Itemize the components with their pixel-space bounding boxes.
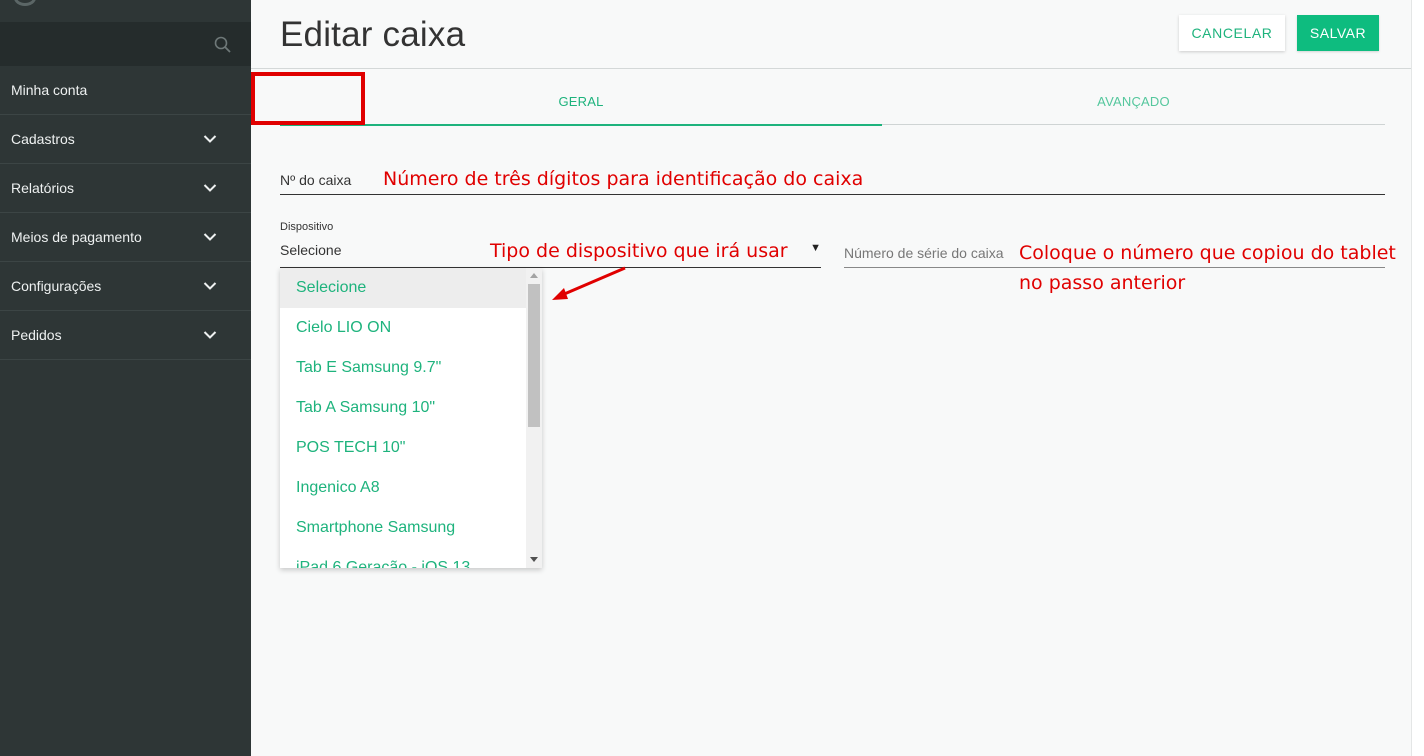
chevron-down-icon bbox=[203, 331, 217, 339]
dropdown-option[interactable]: Selecione bbox=[280, 268, 526, 308]
chevron-down-icon bbox=[203, 135, 217, 143]
serie-number-placeholder: Número de série do caixa bbox=[844, 245, 1004, 261]
dropdown-option[interactable]: Smartphone Samsung bbox=[280, 508, 526, 548]
sidebar-item-cadastros[interactable]: Cadastros bbox=[0, 115, 251, 164]
logo-icon bbox=[14, 0, 36, 6]
logo-area bbox=[0, 0, 251, 22]
caixa-number-label: Nº do caixa bbox=[280, 172, 352, 188]
save-button[interactable]: SALVAR bbox=[1297, 15, 1379, 51]
annotation-dispositivo-note: Tipo de dispositivo que irá usar bbox=[488, 240, 790, 262]
sidebar-item-label: Pedidos bbox=[11, 327, 62, 343]
tab-geral[interactable]: GERAL bbox=[280, 78, 882, 126]
tab-avancado[interactable]: AVANÇADO bbox=[882, 78, 1385, 125]
dispositivo-selected-value: Selecione bbox=[280, 242, 342, 258]
dropdown-option[interactable]: Tab E Samsung 9.7" bbox=[280, 348, 526, 388]
annotation-arrow-icon bbox=[552, 266, 626, 300]
sidebar-search[interactable] bbox=[0, 22, 251, 66]
sidebar-item-label: Configurações bbox=[11, 278, 102, 294]
scroll-up-arrow-icon[interactable] bbox=[530, 273, 538, 278]
chevron-down-icon bbox=[203, 233, 217, 241]
sidebar-item-minha-conta[interactable]: Minha conta bbox=[0, 66, 251, 115]
sidebar-item-relatorios[interactable]: Relatórios bbox=[0, 164, 251, 213]
main-content: Editar caixa CANCELAR SALVAR GERAL AVANÇ… bbox=[251, 0, 1424, 756]
cancel-button[interactable]: CANCELAR bbox=[1179, 15, 1285, 51]
chevron-down-icon bbox=[203, 282, 217, 290]
search-icon[interactable] bbox=[214, 36, 231, 53]
sidebar-item-meios-de-pagamento[interactable]: Meios de pagamento bbox=[0, 213, 251, 262]
sidebar-item-label: Minha conta bbox=[11, 82, 88, 98]
dropdown-option[interactable]: Tab A Samsung 10" bbox=[280, 388, 526, 428]
dropdown-scrollbar[interactable] bbox=[526, 268, 542, 568]
sidebar-item-label: Relatórios bbox=[11, 180, 75, 196]
annotation-caixa-note: Número de três dígitos para identificaçã… bbox=[383, 168, 864, 190]
tab-label: GERAL bbox=[558, 93, 604, 109]
dropdown-caret-icon: ▼ bbox=[810, 242, 821, 254]
page-title: Editar caixa bbox=[280, 15, 466, 54]
sidebar-item-label: Cadastros bbox=[11, 131, 75, 147]
chevron-down-icon bbox=[203, 184, 217, 192]
sidebar-item-pedidos[interactable]: Pedidos bbox=[0, 311, 251, 360]
sidebar-item-label: Meios de pagamento bbox=[11, 229, 142, 245]
annotation-serie-note-line1: Coloque o número que copiou do tablet bbox=[1018, 242, 1397, 264]
page-scrollbar[interactable] bbox=[1411, 0, 1424, 756]
dispositivo-dropdown-list[interactable]: Selecione Cielo LIO ON Tab E Samsung 9.7… bbox=[280, 268, 542, 568]
scrollbar-thumb[interactable] bbox=[528, 284, 540, 427]
sidebar: Minha conta Cadastros Relatórios Meios d… bbox=[0, 0, 251, 756]
tab-label: AVANÇADO bbox=[1097, 93, 1170, 109]
dispositivo-label: Dispositivo bbox=[280, 221, 334, 233]
dropdown-option[interactable]: Cielo LIO ON bbox=[280, 308, 526, 348]
sidebar-item-configuracoes[interactable]: Configurações bbox=[0, 262, 251, 311]
dropdown-option[interactable]: POS TECH 10" bbox=[280, 428, 526, 468]
annotation-highlight-box bbox=[251, 72, 365, 125]
dropdown-option[interactable]: iPad 6 Geração - iOS 13 bbox=[280, 548, 526, 568]
scroll-down-arrow-icon[interactable] bbox=[530, 557, 538, 562]
header-divider bbox=[251, 68, 1411, 69]
sidebar-nav: Minha conta Cadastros Relatórios Meios d… bbox=[0, 66, 251, 360]
annotation-serie-note-line2: no passo anterior bbox=[1019, 272, 1186, 294]
dropdown-option[interactable]: Ingenico A8 bbox=[280, 468, 526, 508]
